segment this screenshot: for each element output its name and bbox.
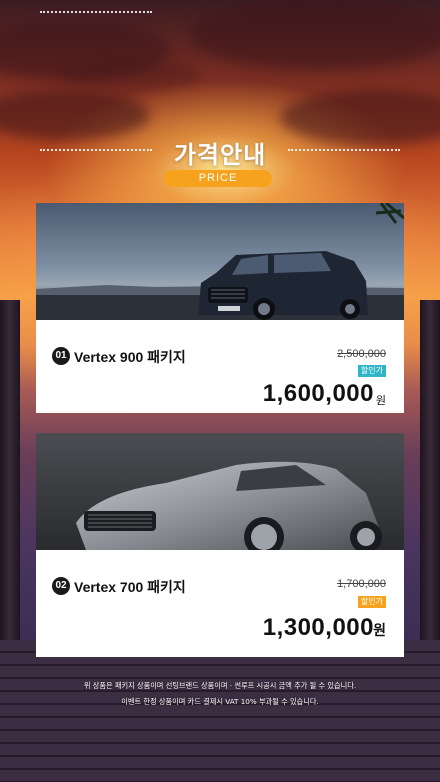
original-price: 1,700,000	[337, 578, 386, 590]
pier-post	[420, 300, 440, 680]
package-name: Vertex 700 패키지	[74, 579, 186, 595]
currency-unit: 원	[373, 623, 386, 639]
package-card[interactable]: 01 Vertex 900 패키지 2,500,000 할인가 1,600,00…	[36, 203, 404, 413]
cloud	[0, 90, 150, 140]
wooden-pier	[0, 640, 440, 782]
cloud	[60, 60, 200, 90]
pier-post	[0, 300, 20, 680]
original-price: 2,500,000	[337, 348, 386, 360]
sports-car-image	[36, 433, 404, 550]
price-page: 가격안내 PRICE 01 Vertex 900 패키지 2,500,000 할…	[0, 0, 440, 782]
price-label-pill: PRICE	[164, 170, 272, 187]
cloud	[190, 0, 440, 70]
discount-badge: 할인가	[357, 365, 386, 377]
sale-price: 1,300,000	[262, 614, 374, 641]
discount-badge: 할인가	[357, 596, 386, 608]
sale-price: 1,600,000	[262, 380, 374, 407]
notice-line-2: 이벤트 한정 상품이며 카드 결제시 VAT 10% 부과될 수 있습니다.	[121, 697, 319, 706]
notice-line-1: 위 상품은 패키지 상품이며 선팅브랜드 상품이며 · 썬루프 시공시 금액 추…	[83, 681, 357, 690]
package-card[interactable]: 02 Vertex 700 패키지 1,700,000 할인가 1,300,00…	[36, 433, 404, 657]
package-card-body: 02 Vertex 700 패키지 1,700,000 할인가 1,300,00…	[36, 550, 404, 657]
suv-car-image	[36, 203, 404, 320]
package-card-body: 01 Vertex 900 패키지 2,500,000 할인가 1,600,00…	[36, 320, 404, 413]
header-dotted-line-left	[40, 11, 152, 13]
page-title: 가격안내	[173, 142, 267, 169]
package-number-badge: 01	[52, 347, 70, 365]
currency-unit: 원	[375, 394, 386, 407]
package-name: Vertex 900 패키지	[74, 349, 186, 365]
package-number-badge: 02	[52, 577, 70, 595]
